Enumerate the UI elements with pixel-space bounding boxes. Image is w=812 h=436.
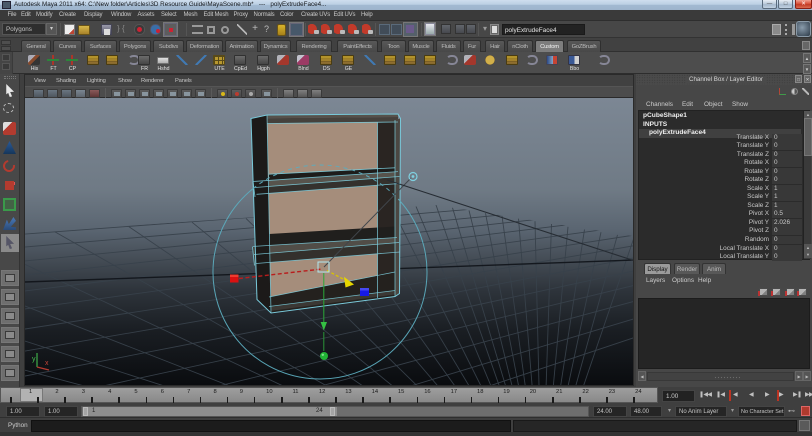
svg-text:y: y	[32, 356, 36, 363]
svg-text:x: x	[45, 360, 49, 367]
